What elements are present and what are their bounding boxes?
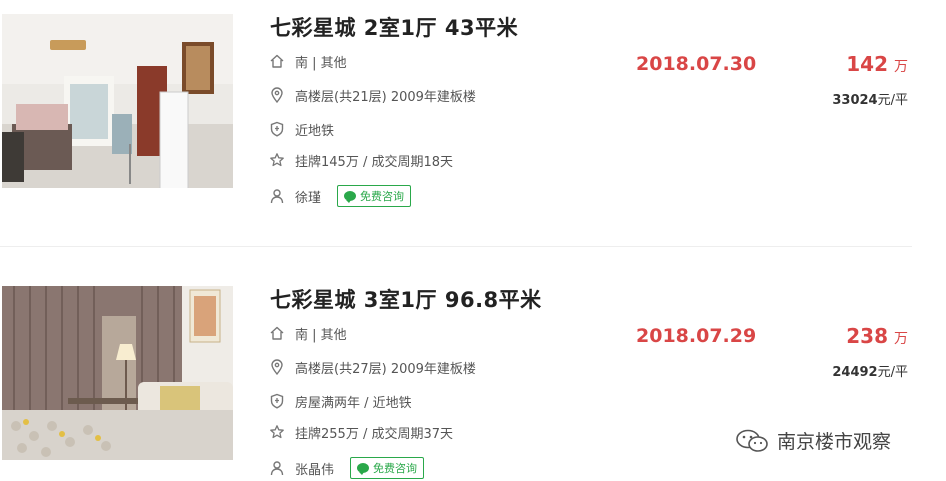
listing-info-row: 挂牌255万 / 成交周期37天 [268,421,453,443]
deal-date: 2018.07.30 [636,53,757,75]
location-pin-icon [268,86,286,104]
tag-text: 近地铁 [295,123,335,139]
total-price: 142 万 [846,52,908,76]
unit-price-value: 33024 [832,93,878,108]
unit-price-suffix: 元/平 [877,365,908,380]
deal-date: 2018.07.29 [636,325,757,347]
room-photo-living [2,14,233,188]
listing-info-row: 挂牌145万 / 成交周期18天 [268,149,453,171]
agent-name[interactable]: 徐瑾 [295,187,321,206]
floor-text: 高楼层(共21层) 2009年建板楼 [295,89,476,105]
unit-price-value: 24492 [832,365,878,380]
watermark-text: 南京楼市观察 [777,431,892,453]
listing-photo[interactable] [2,14,233,188]
listing-info-text: 挂牌145万 / 成交周期18天 [295,154,453,170]
person-icon [268,187,286,205]
house-icon [268,52,286,70]
consult-label: 免费咨询 [373,462,418,475]
listing-card[interactable]: 七彩星城 2室1厅 43平米 南 | 其他 高楼层(共21层) 2009年建板楼… [0,0,946,207]
chat-bubble-icon [344,191,357,203]
consult-label: 免费咨询 [360,190,405,203]
star-icon [268,423,286,441]
total-price: 238 万 [846,324,908,348]
unit-price-suffix: 元/平 [877,93,908,108]
unit-price: 24492元/平 [832,361,908,380]
listing-title[interactable]: 七彩星城 2室1厅 43平米 [270,12,518,42]
wechat-watermark: 南京楼市观察 [735,427,891,454]
price-unit: 万 [894,59,908,75]
price-value: 142 [846,52,888,76]
unit-price: 33024元/平 [832,89,908,108]
listing-photo[interactable] [2,286,233,460]
floor-text: 高楼层(共27层) 2009年建板楼 [295,361,476,377]
person-icon [268,459,286,477]
free-consult-button[interactable]: 免费咨询 [350,457,425,479]
room-photo-bedroom [2,286,233,460]
price-value: 238 [846,324,888,348]
tag-text: 房屋满两年 / 近地铁 [295,395,412,411]
star-icon [268,151,286,169]
floor-row: 高楼层(共21层) 2009年建板楼 [268,84,476,106]
agent-name[interactable]: 张晶伟 [295,459,334,478]
chat-bubble-icon [357,463,370,475]
divider [0,246,912,247]
orientation-text: 南 | 其他 [295,55,347,71]
wechat-icon [736,429,768,452]
agent-row: 张晶伟 免费咨询 [268,457,425,479]
listing-info-text: 挂牌255万 / 成交周期37天 [295,426,453,442]
agent-row: 徐瑾 免费咨询 [268,185,412,207]
tag-row: 房屋满两年 / 近地铁 [268,390,412,412]
orientation-row: 南 | 其他 [268,50,347,72]
house-icon [268,324,286,342]
shield-icon [268,120,286,138]
price-unit: 万 [894,331,908,347]
shield-icon [268,392,286,410]
tag-row: 近地铁 [268,118,334,140]
floor-row: 高楼层(共27层) 2009年建板楼 [268,356,476,378]
listing-title[interactable]: 七彩星城 3室1厅 96.8平米 [270,284,542,314]
location-pin-icon [268,358,286,376]
free-consult-button[interactable]: 免费咨询 [337,185,412,207]
orientation-row: 南 | 其他 [268,322,347,344]
orientation-text: 南 | 其他 [295,327,347,343]
